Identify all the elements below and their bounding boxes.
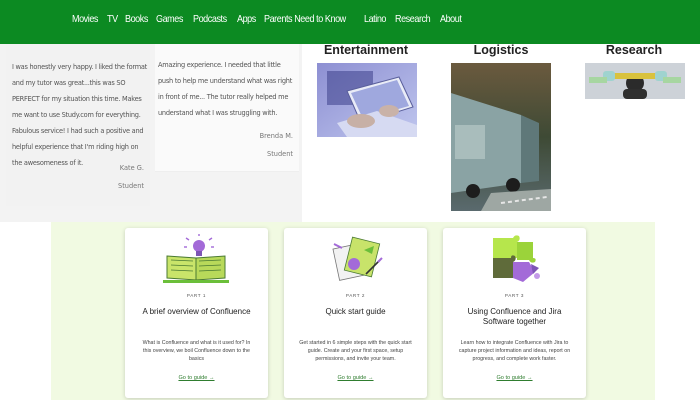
nav-research[interactable]: Research xyxy=(395,13,431,25)
testimonial-author: Kate G. xyxy=(119,164,144,172)
category-title-entertainment: Entertainment xyxy=(323,43,409,57)
guide-part-label: PART 2 xyxy=(345,293,366,298)
guide-description: What is Confluence and what is it used f… xyxy=(142,340,251,363)
guide-description: Learn how to integrate Confluence with J… xyxy=(458,340,571,363)
guide-title: Quick start guide xyxy=(325,307,386,316)
nav-books[interactable]: Books xyxy=(125,13,148,25)
category-title-logistics: Logistics xyxy=(473,43,529,57)
category-title-research: Research xyxy=(605,43,663,57)
research-image[interactable] xyxy=(585,63,685,99)
guide-part-label: PART 1 xyxy=(186,293,207,298)
go-to-guide-link[interactable]: Go to guide → xyxy=(443,375,586,381)
guide-card-part1[interactable]: PART 1 A brief overview of Confluence Wh… xyxy=(125,228,268,398)
documents-pen-icon xyxy=(314,234,397,284)
logistics-image[interactable] xyxy=(451,63,551,211)
book-lightbulb-icon xyxy=(155,234,238,284)
guide-card-part2[interactable]: PART 2 Quick start guide Get started in … xyxy=(284,228,427,398)
nav-podcasts[interactable]: Podcasts xyxy=(193,13,227,25)
guide-description: Get started in 6 simple steps with the q… xyxy=(299,340,412,363)
nav-apps[interactable]: Apps xyxy=(237,13,256,25)
guide-title: Using Confluence and Jira Software toget… xyxy=(467,307,562,326)
go-to-guide-link[interactable]: Go to guide → xyxy=(125,375,268,381)
guide-part-label: PART 3 xyxy=(504,293,525,298)
puzzle-pieces-icon xyxy=(473,234,556,284)
guide-title: A brief overview of Confluence xyxy=(142,307,251,316)
entertainment-image[interactable] xyxy=(317,63,417,137)
testimonial-card: Amazing experience. I needed that little… xyxy=(155,44,299,172)
testimonial-role: Student xyxy=(267,150,293,158)
guide-card-part3[interactable]: PART 3 Using Confluence and Jira Softwar… xyxy=(443,228,586,398)
nav-tv[interactable]: TV xyxy=(107,13,118,25)
go-to-guide-link[interactable]: Go to guide → xyxy=(284,375,427,381)
nav-movies[interactable]: Movies xyxy=(72,13,98,25)
testimonial-card: I was honestly very happy. I liked the f… xyxy=(6,44,150,206)
main-nav: Movies TV Books Games Podcasts Apps Pare… xyxy=(72,13,470,25)
testimonial-author: Brenda M. xyxy=(259,132,293,140)
nav-parents-need-to-know[interactable]: Parents Need to Know xyxy=(264,13,346,25)
testimonial-quote: Amazing experience. I needed that little… xyxy=(158,61,293,117)
top-nav-bar: Movies TV Books Games Podcasts Apps Pare… xyxy=(0,0,700,44)
nav-latino[interactable]: Latino xyxy=(364,13,386,25)
nav-games[interactable]: Games xyxy=(156,13,183,25)
testimonial-role: Student xyxy=(118,182,144,190)
testimonial-quote: I was honestly very happy. I liked the f… xyxy=(12,63,148,167)
nav-about[interactable]: About xyxy=(440,13,462,25)
